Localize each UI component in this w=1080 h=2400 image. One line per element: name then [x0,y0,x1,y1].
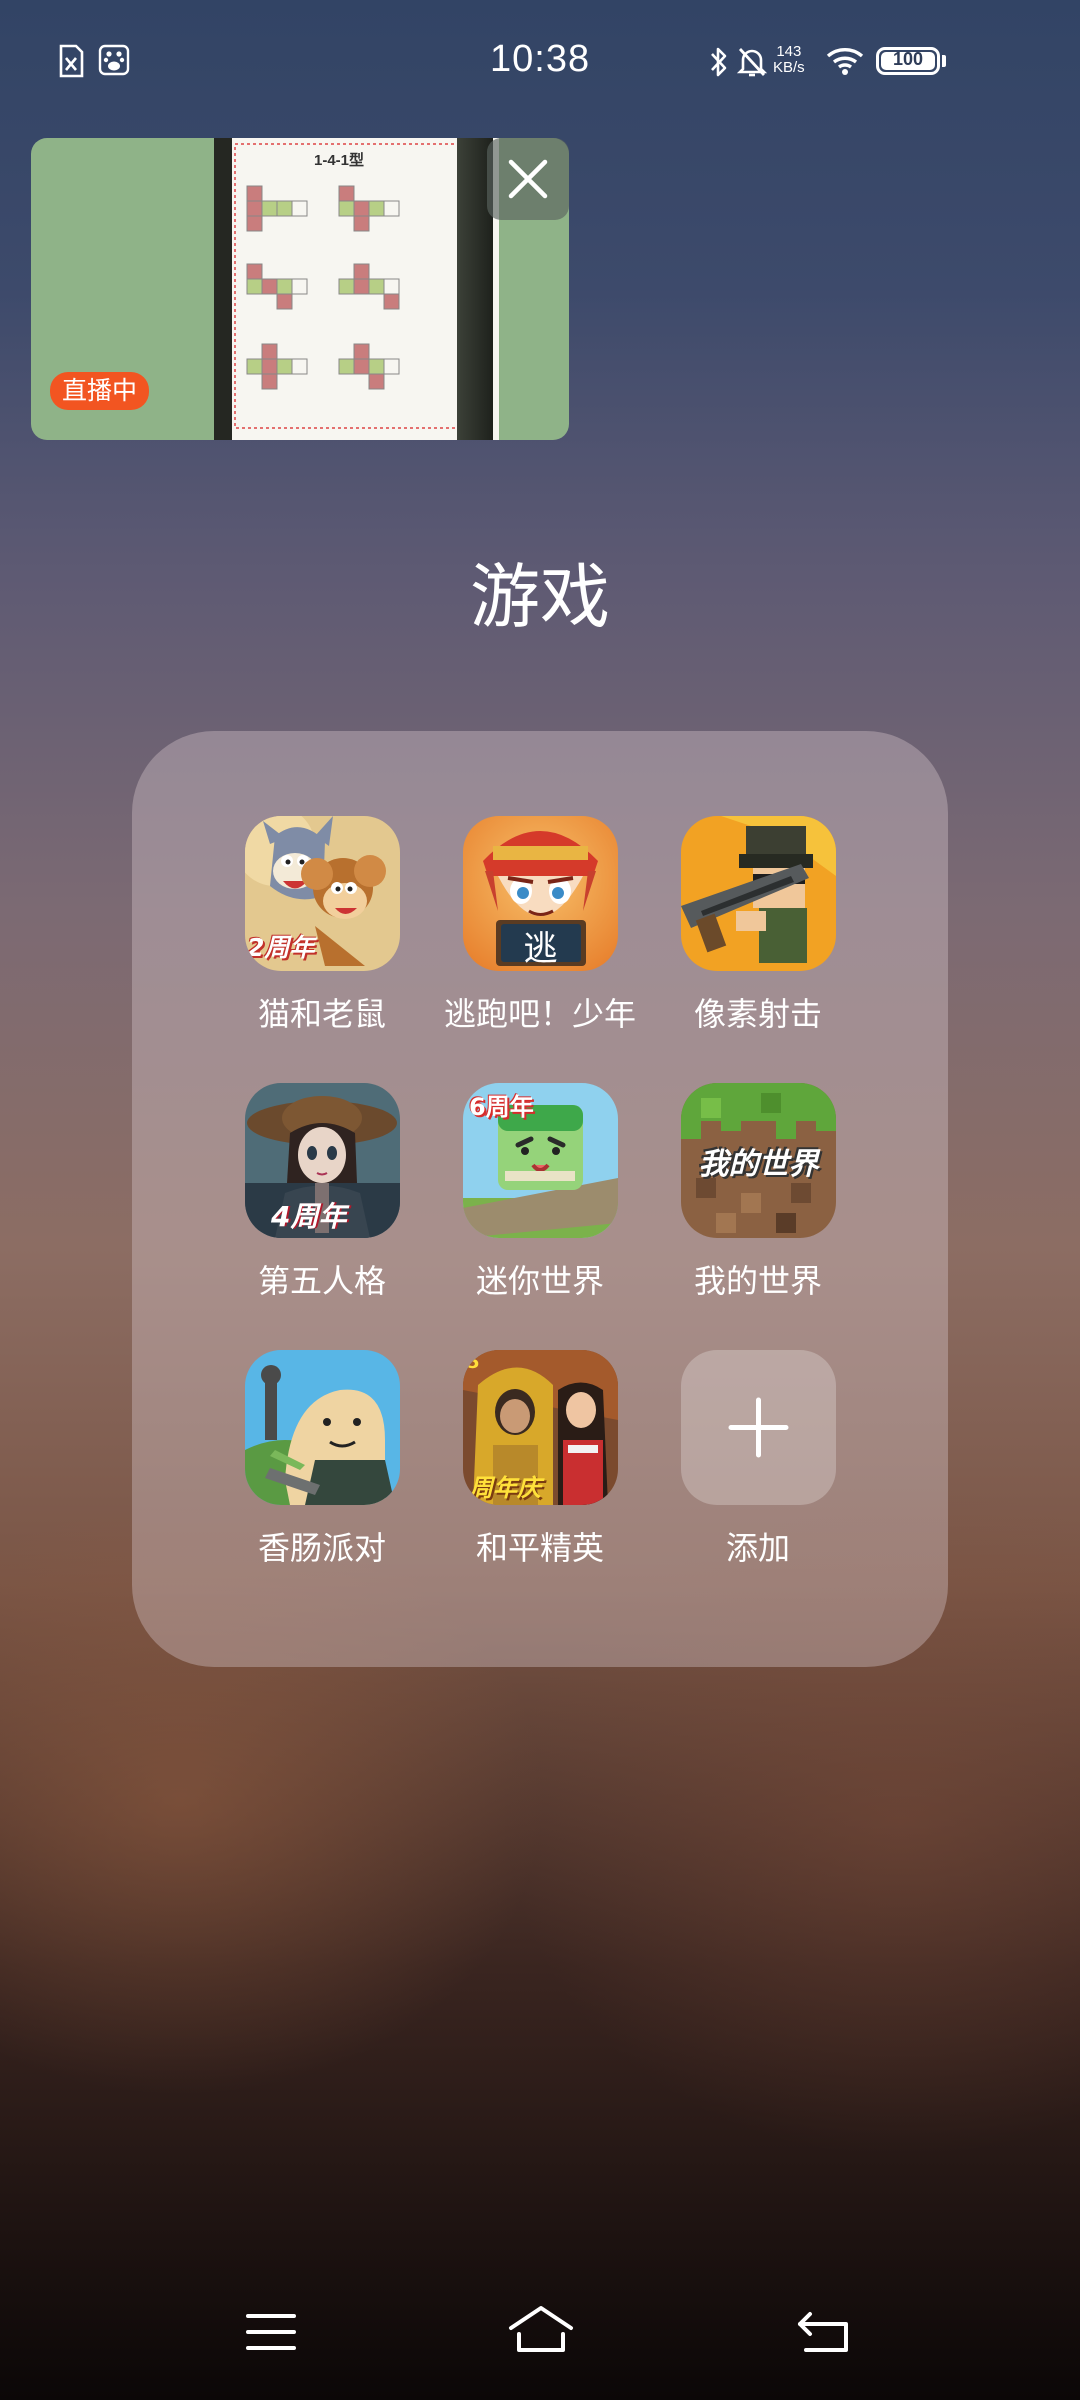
app-folder: 2周年 猫和老鼠 逃 逃跑吧！少年 像素射击 4周年 第五人格 6周年 迷你世界… [132,731,948,1667]
app-label: 像素射击 [693,995,822,1033]
tom-and-jerry-anniversary-badge: 2周年 [247,933,315,962]
network-speed: 143 KB/s [773,43,805,76]
plus-icon [728,1397,789,1458]
menu-icon[interactable] [244,2310,298,2354]
escape-boy-icon: 逃 [463,816,618,971]
add-app-button[interactable]: 添加 [643,1350,873,1580]
minecraft-icon: 我的世界 [681,1083,836,1238]
net-diagram [246,185,400,390]
app-sausage-party[interactable]: 香肠派对 [207,1350,437,1580]
battery-level: 100 [892,49,924,69]
minecraft-logo-text: 我的世界 [698,1147,819,1182]
sausage-party-icon [245,1350,400,1505]
sim-missing-icon [59,44,84,78]
mute-icon [736,48,768,77]
escape-boy-chalkboard-text: 逃 [523,929,558,969]
live-badge: 直播中 [50,372,150,410]
battery-tip [942,55,946,67]
app-pixel-gun[interactable]: 像素射击 [643,816,873,1046]
tablet-edge-left [214,138,232,440]
paper-heading: 1-4-1型 [314,151,364,169]
identity-v-icon: 4周年 [245,1083,400,1238]
app-peace-elite[interactable]: 5 周年庆 和平精英 [425,1350,655,1580]
app-escape-boy[interactable]: 逃 逃跑吧！少年 [425,816,655,1046]
mini-world-icon: 6周年 [463,1083,618,1238]
app-identity-v[interactable]: 4周年 第五人格 [207,1083,437,1313]
tom-and-jerry-icon: 2周年 [245,816,400,971]
home-icon[interactable] [505,2304,577,2356]
clock: 10:38 [490,38,591,80]
app-label: 添加 [725,1529,790,1567]
peace-elite-top-text: 5 [467,1352,480,1373]
bluetooth-icon [711,47,727,77]
app-label: 我的世界 [693,1262,822,1300]
baidu-paw-icon [98,44,130,76]
mini-world-anniversary-badge: 6周年 [469,1093,534,1121]
battery-icon: 100 [876,47,940,75]
close-icon [508,159,548,199]
status-bar: 10:38 143 KB/s 100 [0,0,1080,125]
navigation-bar [0,2290,1080,2380]
pixel-gun-icon [681,816,836,971]
app-mini-world[interactable]: 6周年 迷你世界 [425,1083,655,1313]
peace-elite-anniversary-text: 周年庆 [469,1474,541,1502]
app-minecraft[interactable]: 我的世界 我的世界 [643,1083,873,1313]
folder-title[interactable]: 游戏 [0,555,1080,639]
close-live-window-button[interactable] [487,138,569,220]
back-icon[interactable] [794,2308,854,2356]
wifi-icon [826,48,864,75]
add-app-tile [681,1350,836,1505]
peace-elite-icon: 5 周年庆 [463,1350,618,1505]
app-tom-and-jerry[interactable]: 2周年 猫和老鼠 [207,816,437,1046]
identity-v-anniversary-badge: 4周年 [271,1200,347,1233]
